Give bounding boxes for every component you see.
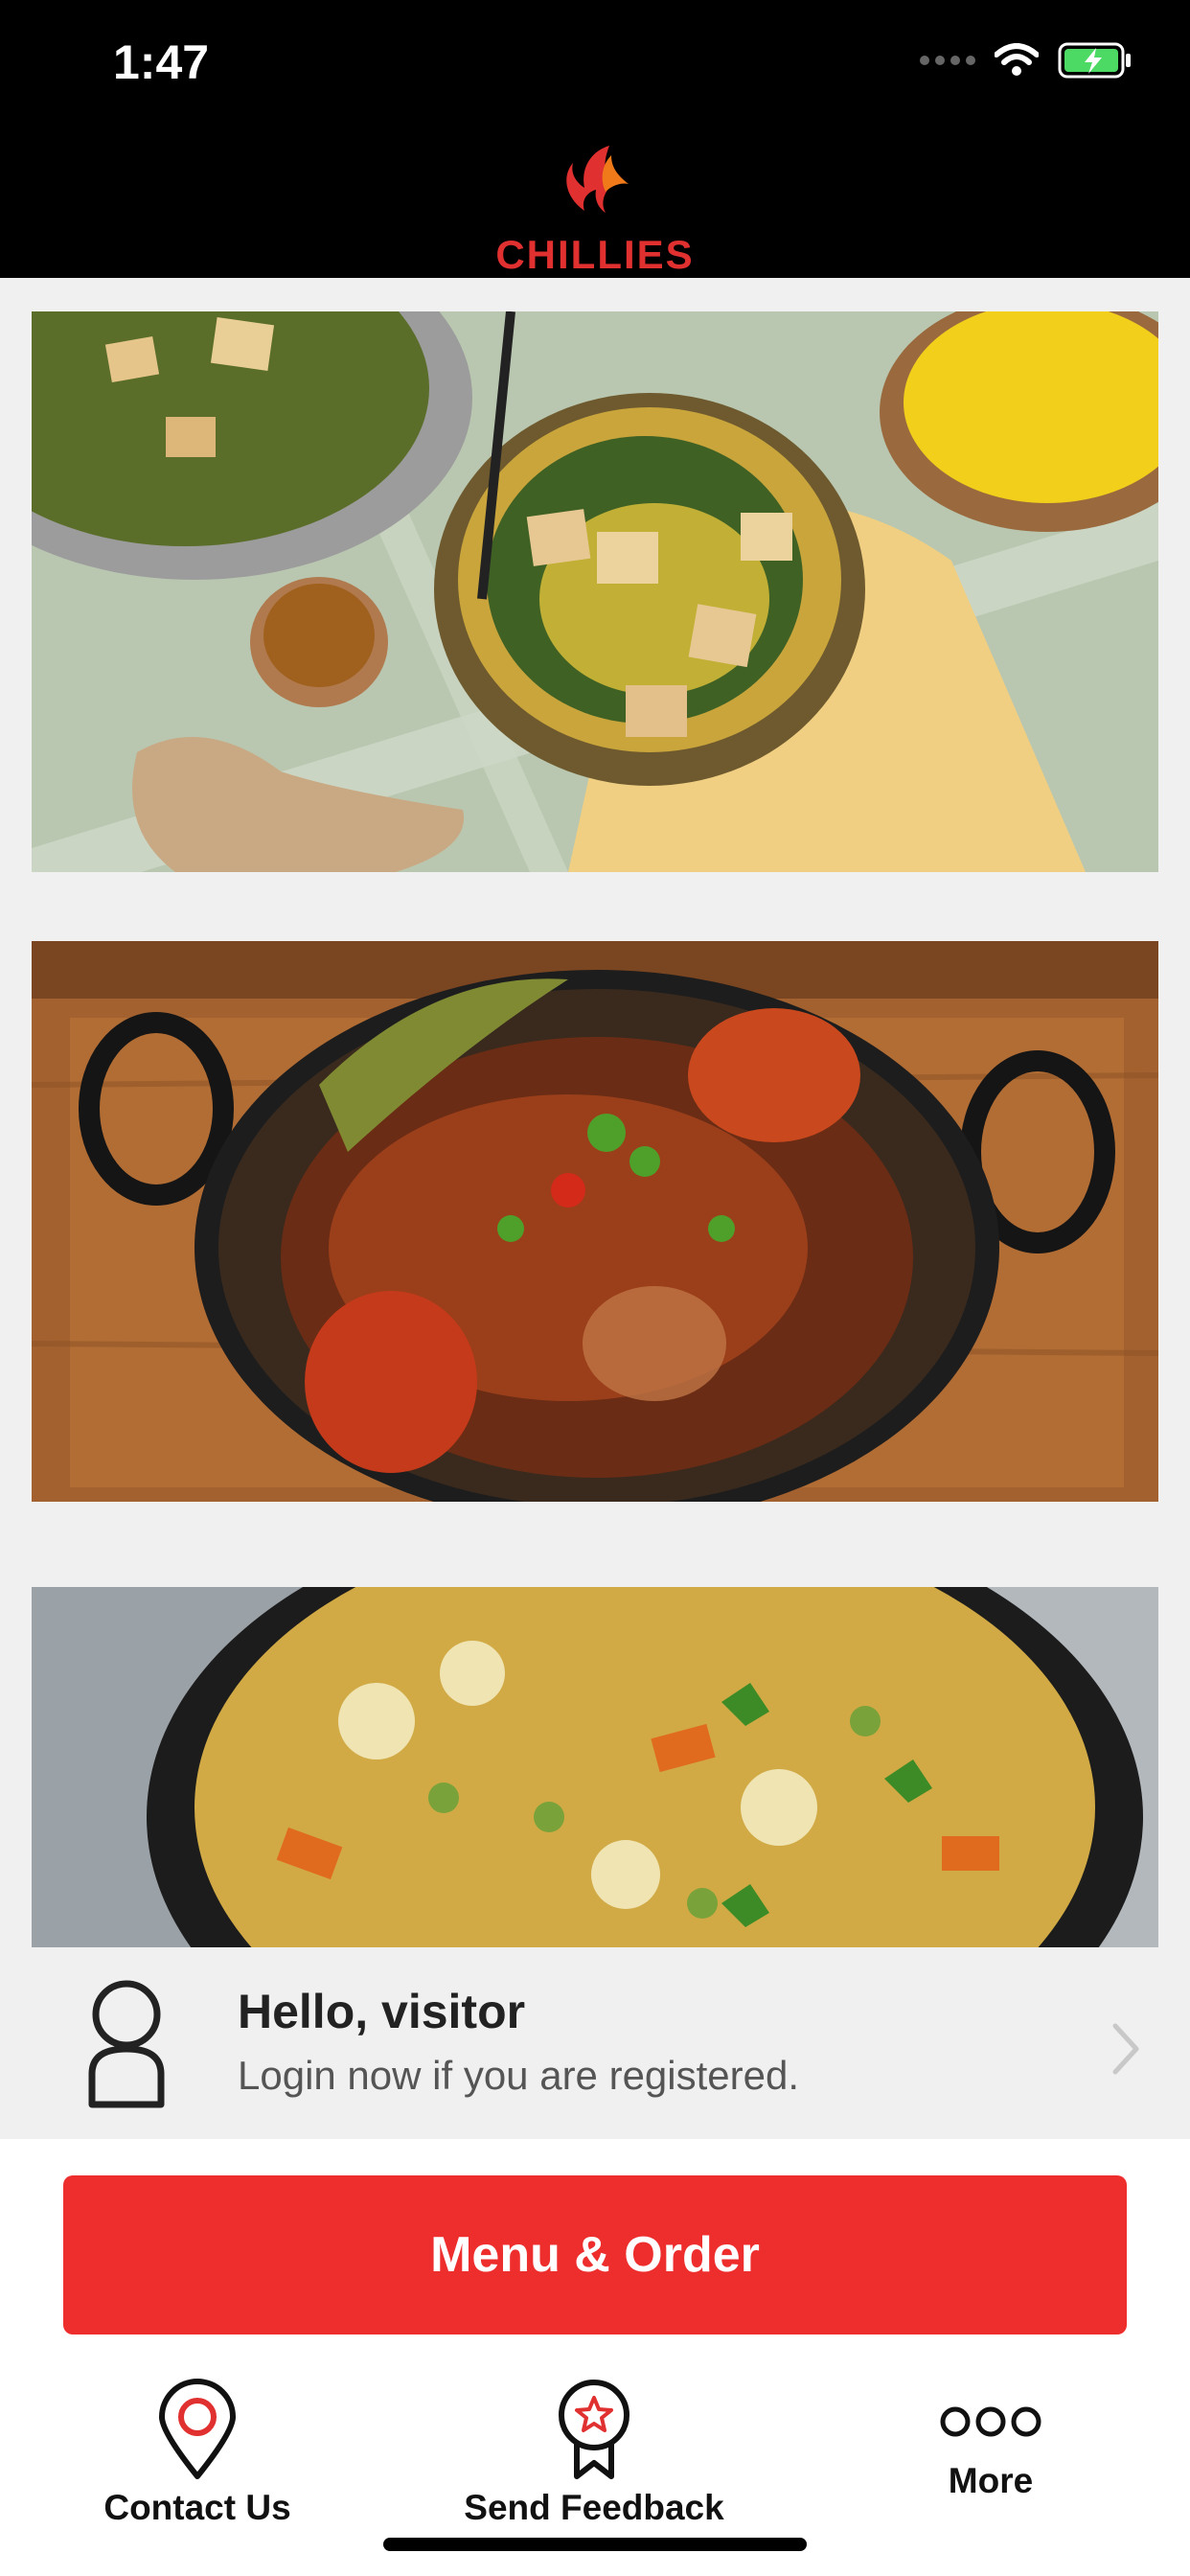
status-time: 1:47 xyxy=(113,35,210,89)
wifi-icon xyxy=(995,43,1039,76)
flame-logo-icon xyxy=(566,146,629,213)
visitor-login-row[interactable]: Hello, visitor Login now if you are regi… xyxy=(0,1947,1190,2139)
location-pin-icon xyxy=(159,2379,236,2479)
status-icons xyxy=(920,42,1133,79)
battery-charging-icon xyxy=(1058,42,1131,79)
tab-send-feedback[interactable]: Send Feedback xyxy=(450,2379,738,2528)
promo-image-3[interactable] xyxy=(32,1587,1158,1947)
promo-image-2[interactable] xyxy=(32,941,1158,1502)
award-ribbon-icon xyxy=(559,2380,629,2479)
menu-order-button[interactable]: Menu & Order xyxy=(63,2175,1127,2334)
chevron-right-icon xyxy=(1112,2023,1139,2075)
cell-signal-icon xyxy=(920,56,975,65)
visitor-login-hint: Login now if you are registered. xyxy=(238,2053,800,2098)
tab-label: Contact Us xyxy=(103,2488,291,2527)
person-outline-icon xyxy=(88,1980,165,2108)
promo-image-1[interactable] xyxy=(32,311,1158,872)
home-indicator[interactable] xyxy=(383,2538,807,2551)
more-dots-icon xyxy=(940,2406,1041,2437)
visitor-greeting: Hello, visitor xyxy=(238,1985,526,2038)
bottom-area: Menu & Order Contact Us Send Feedback Mo… xyxy=(0,2139,1190,2576)
logo-text: CHILLIES xyxy=(495,232,695,277)
tab-more[interactable]: More xyxy=(847,2379,1134,2501)
tab-contact-us[interactable]: Contact Us xyxy=(54,2379,341,2528)
app-header: 1:47 CHILLIES xyxy=(0,0,1190,278)
tab-label: Send Feedback xyxy=(464,2488,724,2527)
tab-label: More xyxy=(948,2461,1034,2500)
chillies-logo: CHILLIES xyxy=(0,144,1190,277)
